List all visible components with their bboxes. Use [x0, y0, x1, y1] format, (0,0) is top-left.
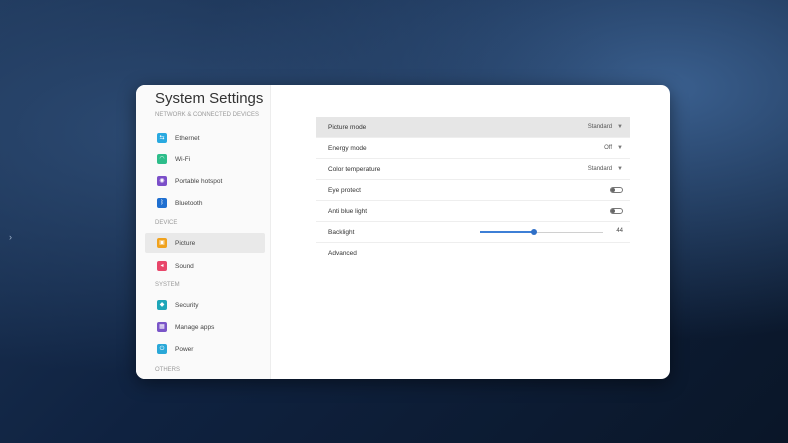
sidebar-item-label: Bluetooth	[175, 199, 203, 207]
sidebar-item-picture[interactable]: ▣ Picture	[145, 233, 265, 253]
sidebar-item-bluetooth[interactable]: ᛒ Bluetooth	[145, 193, 265, 213]
row-label: Energy mode	[328, 144, 367, 152]
picture-icon: ▣	[157, 238, 167, 248]
eye-protect-toggle[interactable]	[610, 187, 623, 193]
power-icon: ⏻	[157, 344, 167, 354]
section-header-network: NETWORK & CONNECTED DEVICES	[155, 112, 260, 118]
section-header-system: SYSTEM	[155, 282, 180, 288]
picture-mode-value: Standard	[587, 124, 613, 130]
page-title: System Settings	[155, 90, 264, 107]
sidebar-item-label: Power	[175, 345, 194, 353]
dropdown-arrow-icon: ▼	[617, 166, 623, 172]
hotspot-icon: ◉	[157, 176, 167, 186]
sidebar-item-sound[interactable]: ◂ Sound	[145, 256, 265, 276]
ethernet-icon: ⇆	[157, 133, 167, 143]
row-label: Picture mode	[328, 123, 367, 131]
settings-window: System Settings NETWORK & CONNECTED DEVI…	[136, 85, 670, 379]
sidebar-item-manage-apps[interactable]: ▦ Manage apps	[145, 317, 265, 337]
sidebar-item-label: Manage apps	[175, 323, 215, 331]
bluetooth-icon: ᛒ	[157, 198, 167, 208]
row-label: Advanced	[328, 250, 357, 257]
sidebar-item-label: Sound	[175, 262, 194, 270]
sidebar-item-ethernet[interactable]: ⇆ Ethernet	[145, 128, 265, 148]
row-label: Eye protect	[328, 186, 361, 194]
picture-mode-row[interactable]: Picture mode Standard ▼	[316, 117, 630, 138]
sidebar-item-label: Portable hotspot	[175, 177, 223, 185]
sidebar-item-wifi[interactable]: ◠ Wi-Fi	[145, 149, 265, 169]
backlight-row: Backlight 44	[316, 222, 630, 243]
anti-blue-light-toggle[interactable]	[610, 208, 623, 214]
sound-icon: ◂	[157, 261, 167, 271]
section-header-device: DEVICE	[155, 220, 178, 226]
energy-mode-value: Off	[604, 145, 613, 151]
sidebar-item-label: Picture	[175, 239, 196, 247]
apps-icon: ▦	[157, 322, 167, 332]
wifi-icon: ◠	[157, 154, 167, 164]
sidebar-item-power[interactable]: ⏻ Power	[145, 339, 265, 359]
settings-sidebar: System Settings NETWORK & CONNECTED DEVI…	[136, 85, 271, 379]
toggle-knob	[611, 209, 615, 213]
sidebar-item-label: Security	[175, 301, 199, 309]
backlight-value: 44	[616, 228, 623, 234]
row-label: Anti blue light	[328, 207, 368, 215]
chevron-right-icon[interactable]: ›	[9, 232, 12, 242]
row-label: Color temperature	[328, 165, 381, 173]
anti-blue-light-row[interactable]: Anti blue light	[316, 201, 630, 222]
sidebar-item-security[interactable]: ◆ Security	[145, 295, 265, 315]
sidebar-item-portable-hotspot[interactable]: ◉ Portable hotspot	[145, 171, 265, 191]
dropdown-arrow-icon: ▼	[617, 124, 623, 130]
backlight-slider[interactable]	[480, 229, 603, 235]
color-temperature-row[interactable]: Color temperature Standard ▼	[316, 159, 630, 180]
color-temperature-value: Standard	[587, 166, 613, 172]
shield-icon: ◆	[157, 300, 167, 310]
slider-fill	[480, 231, 535, 233]
section-header-others: OTHERS	[155, 367, 181, 373]
sidebar-item-label: Wi-Fi	[175, 155, 191, 163]
sidebar-item-label: Ethernet	[175, 134, 200, 142]
eye-protect-row[interactable]: Eye protect	[316, 180, 630, 201]
energy-mode-row[interactable]: Energy mode Off ▼	[316, 138, 630, 159]
advanced-row[interactable]: Advanced	[316, 243, 630, 264]
dropdown-arrow-icon: ▼	[617, 145, 623, 151]
toggle-knob	[611, 188, 615, 192]
